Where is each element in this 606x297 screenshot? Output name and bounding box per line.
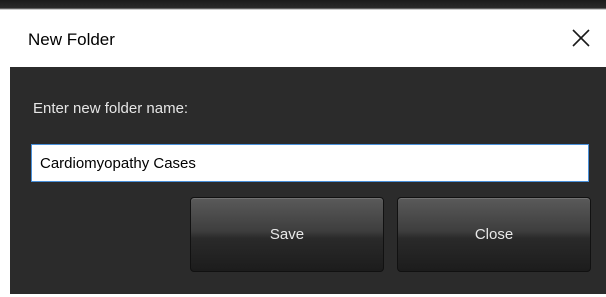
dialog-body: Enter new folder name: Save Close — [10, 67, 606, 294]
screen: New Folder Enter new folder name: Save C… — [0, 0, 606, 297]
folder-name-input[interactable] — [31, 144, 589, 182]
close-button[interactable]: Close — [397, 197, 591, 272]
dialog-titlebar: New Folder — [10, 10, 606, 67]
close-icon[interactable] — [570, 27, 592, 49]
dialog-title: New Folder — [28, 30, 115, 49]
new-folder-dialog: New Folder Enter new folder name: Save C… — [10, 10, 606, 294]
save-button[interactable]: Save — [190, 197, 384, 272]
folder-name-prompt: Enter new folder name: — [33, 100, 189, 117]
background-window-edge — [0, 0, 606, 10]
